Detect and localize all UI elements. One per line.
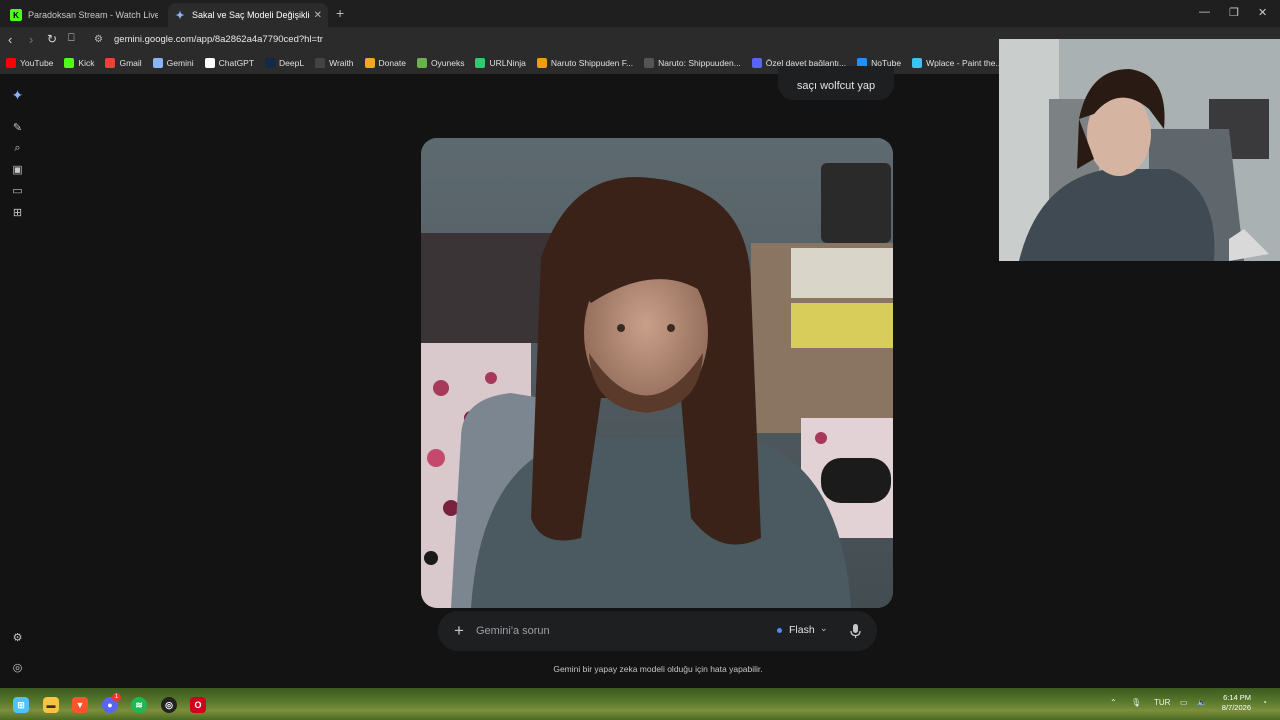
microphone-icon[interactable] — [849, 623, 862, 639]
windows-taskbar: ⊞ ▬ ▼ ● 1 ≋ ◎ O ⌃ 🎙 TUR ▭ 🔈 6:14 PM 8/7/… — [0, 688, 1280, 720]
bookmark-label: Kick — [78, 58, 95, 68]
bookmark-kick[interactable]: Kick — [64, 58, 94, 68]
bookmark-label: Wplace - Paint the... — [926, 58, 1003, 68]
gems-icon[interactable]: ▭ — [11, 184, 24, 197]
obs-icon[interactable]: ◎ — [161, 697, 177, 713]
notification-icon[interactable]: ◔ — [1262, 698, 1267, 707]
bookmark-wraith[interactable]: Wraith — [315, 58, 354, 68]
network-icon[interactable]: ▭ — [1180, 698, 1188, 707]
model-indicator-dot — [777, 628, 782, 633]
language-indicator[interactable]: TUR — [1154, 698, 1170, 707]
bookmark-gmail[interactable]: Gmail — [105, 58, 142, 68]
chevron-down-icon[interactable]: ⌄ — [820, 623, 828, 634]
gmail-icon — [105, 58, 116, 68]
new-tab-button[interactable]: + — [336, 5, 344, 21]
wplace-icon — [912, 58, 923, 68]
deepl-icon — [265, 58, 276, 68]
model-selector[interactable]: Flash — [789, 624, 815, 636]
file-explorer-icon[interactable]: ▬ — [43, 697, 59, 713]
bookmark-deepl[interactable]: DeepL — [265, 58, 304, 68]
windows-start-icon[interactable]: ⊞ — [13, 697, 29, 713]
tab-gemini-active[interactable]: ✦ Sakal ve Saç Modeli Değişikliği ✕ — [168, 3, 328, 27]
wraith-icon — [315, 58, 326, 68]
forward-icon[interactable]: › — [29, 32, 33, 47]
user-prompt-text: saçı wolfcut yap — [796, 80, 876, 92]
bookmark-label: Gemini — [166, 58, 194, 68]
webcam-overlay — [999, 39, 1280, 261]
tab-strip: K Paradoksan Stream - Watch Live on K ✦ … — [0, 0, 1280, 27]
bookmark-label: Gmail — [119, 58, 142, 68]
restore-button[interactable]: ❐ — [1229, 6, 1239, 19]
opera-icon[interactable]: O — [190, 697, 206, 713]
bookmark-oyuneks[interactable]: Oyuneks — [416, 58, 465, 68]
oyuneks-icon — [416, 58, 427, 68]
bookmark-donate[interactable]: Donate — [364, 58, 406, 68]
new-chat-icon[interactable]: ✎ — [11, 121, 24, 134]
discord-icon — [751, 58, 762, 68]
bookmark-label: URLNinja — [489, 58, 526, 68]
bookmark-label: Naruto Shippuden F... — [550, 58, 634, 68]
youtube-icon — [6, 58, 16, 68]
donate-icon — [364, 58, 375, 68]
microphone-tray-icon[interactable]: 🎙 — [1131, 698, 1141, 707]
tab-title: Paradoksan Stream - Watch Live on K — [28, 10, 158, 20]
prompt-input[interactable] — [476, 622, 736, 640]
tab-title: Sakal ve Saç Modeli Değişikliği — [192, 10, 310, 20]
reload-icon[interactable]: ↻ — [47, 32, 57, 46]
bookmark-urlninja[interactable]: URLNinja — [475, 58, 526, 68]
clock-time: 6:14 PM — [1223, 693, 1251, 702]
spotify-icon[interactable]: ≋ — [131, 697, 147, 713]
apps-icon[interactable]: ⊞ — [11, 206, 24, 219]
show-hidden-icons[interactable]: ⌃ — [1110, 698, 1117, 707]
webcam-feed-svg — [999, 39, 1280, 261]
disclaimer-text: Gemini bir yapay zeka modeli olduğu için… — [553, 664, 763, 674]
bookmark-label: Wraith — [329, 58, 354, 68]
bookmark-label: ChatGPT — [218, 58, 255, 68]
settings-icon[interactable]: ⚙ — [11, 631, 24, 644]
generated-image[interactable] — [421, 138, 893, 608]
gallery-icon[interactable]: ▣ — [11, 163, 24, 176]
brave-browser-icon[interactable]: ▼ — [72, 697, 88, 713]
bookmark-wplace-paint-the[interactable]: Wplace - Paint the... — [912, 58, 1003, 68]
close-window-button[interactable]: ✕ — [1258, 6, 1267, 19]
gemini-icon — [152, 58, 163, 68]
bookmark-naruto-shippuuden[interactable]: Naruto: Shippuuden... — [644, 58, 741, 68]
bookmark-icon[interactable]: ⎕ — [68, 32, 75, 45]
tab-paradoksan-stream[interactable]: K Paradoksan Stream - Watch Live on K — [4, 3, 164, 27]
gemini-logo-icon[interactable]: ✦ — [11, 87, 24, 103]
taskbar-clock[interactable]: 6:14 PM 8/7/2026 — [1213, 693, 1251, 713]
site-info-icon[interactable]: ⚙ — [94, 34, 103, 45]
add-attachment-icon[interactable]: + — [454, 621, 464, 641]
chatgpt-icon — [204, 58, 215, 68]
bookmark-youtube[interactable]: YouTube — [6, 58, 53, 68]
bookmark-naruto-shippuden-f[interactable]: Naruto Shippuden F... — [536, 58, 634, 68]
prompt-composer: + Flash ⌄ — [438, 611, 877, 651]
bookmark-label: Donate — [378, 58, 406, 68]
bookmark-gemini[interactable]: Gemini — [152, 58, 194, 68]
naruto2-icon — [644, 58, 655, 68]
gemini-icon: ✦ — [175, 9, 185, 22]
discord-badge: 1 — [112, 693, 121, 702]
clock-date: 8/7/2026 — [1221, 703, 1251, 712]
back-icon[interactable]: ‹ — [8, 32, 12, 47]
bookmark-label: Naruto: Shippuuden... — [658, 58, 741, 68]
address-bar[interactable]: gemini.google.com/app/8a2862a4a7790ced?h… — [114, 34, 323, 45]
bookmark-label: DeepL — [279, 58, 305, 68]
bookmark-chatgpt[interactable]: ChatGPT — [204, 58, 255, 68]
generated-portrait-svg — [421, 138, 893, 608]
search-icon[interactable]: ⌕ — [11, 142, 24, 155]
urlninja-icon — [475, 58, 486, 68]
kick-icon — [64, 58, 75, 68]
minimize-button[interactable]: — — [1199, 6, 1210, 18]
close-tab-icon[interactable]: ✕ — [314, 10, 322, 21]
bookmark-label: YouTube — [20, 58, 54, 68]
naruto-icon — [536, 58, 547, 68]
volume-icon[interactable]: 🔈 — [1197, 698, 1207, 707]
kick-icon: K — [10, 9, 22, 21]
user-prompt-bubble: saçı wolfcut yap — [778, 66, 894, 100]
bookmark-label: Oyuneks — [430, 58, 465, 68]
